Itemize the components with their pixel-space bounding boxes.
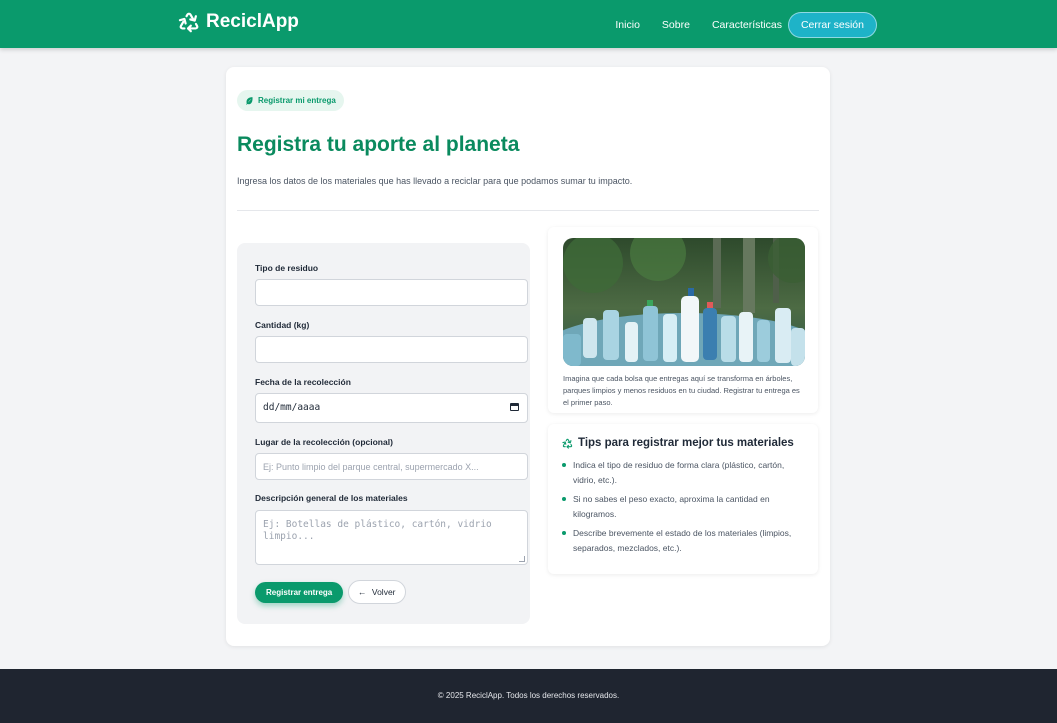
- arrow-left-icon: ←: [358, 587, 367, 597]
- nav-link-inicio[interactable]: Inicio: [615, 19, 640, 31]
- brand-name: ReciclApp: [206, 11, 299, 32]
- tips-title: Tips para registrar mejor tus materiales: [578, 437, 794, 449]
- back-button[interactable]: ← Volver: [348, 580, 406, 604]
- tip-item: Indica el tipo de residuo de forma clara…: [562, 458, 802, 488]
- tips-heading: Tips para registrar mejor tus materiales: [562, 437, 794, 449]
- nav-link-caracteristicas[interactable]: Características: [712, 19, 782, 31]
- footer-text: © 2025 ReciclApp. Todos los derechos res…: [437, 691, 620, 700]
- footer: © 2025 ReciclApp. Todos los derechos res…: [0, 669, 1057, 723]
- quantity-input[interactable]: [255, 336, 528, 363]
- recycling-photo: [563, 238, 805, 366]
- recycle-icon: [178, 12, 199, 33]
- description-textarea[interactable]: Ej: Botellas de plástico, cartón, vidrio…: [255, 510, 528, 565]
- page-badge: Registrar mi entrega: [237, 90, 344, 111]
- page-subtitle: Ingresa los datos de los materiales que …: [237, 176, 633, 186]
- nav-links: Inicio Sobre Características Cerrar sesi…: [593, 12, 877, 38]
- tips-card: Tips para registrar mejor tus materiales…: [548, 424, 818, 574]
- navbar: ReciclApp Inicio Sobre Características C…: [0, 0, 1057, 48]
- image-caption: Imagina que cada bolsa que entregas aquí…: [563, 374, 800, 407]
- resize-handle[interactable]: [519, 556, 525, 562]
- quantity-label: Cantidad (kg): [255, 320, 310, 330]
- image-card: Imagina que cada bolsa que entregas aquí…: [548, 227, 818, 413]
- type-label: Tipo de residuo: [255, 263, 319, 273]
- divider: [237, 210, 819, 211]
- description-label: Descripción general de los materiales: [255, 493, 408, 503]
- date-label: Fecha de la recolección: [255, 377, 351, 387]
- tips-list: Indica el tipo de residuo de forma clara…: [562, 458, 802, 560]
- place-label: Lugar de la recolección (opcional): [255, 437, 393, 447]
- submit-button[interactable]: Registrar entrega: [255, 582, 344, 603]
- recycle-icon: [562, 438, 573, 449]
- waste-type-input[interactable]: [255, 279, 528, 306]
- description-placeholder: Ej: Botellas de plástico, cartón, vidrio…: [263, 519, 492, 542]
- page-badge-label: Registrar mi entrega: [258, 96, 336, 105]
- main-card: Registrar mi entrega Registra tu aporte …: [226, 67, 830, 646]
- date-input[interactable]: dd/mm/aaaa: [255, 393, 528, 423]
- back-button-label: Volver: [371, 587, 396, 597]
- leaf-icon: [246, 97, 253, 105]
- tip-item: Describe brevemente el estado de los mat…: [562, 526, 802, 556]
- nav-link-sobre[interactable]: Sobre: [662, 19, 690, 31]
- date-value: dd/mm/aaaa: [263, 402, 321, 413]
- tip-item: Si no sabes el peso exacto, aproxima la …: [562, 492, 802, 522]
- delivery-form: Tipo de residuo Cantidad (kg) Fecha de l…: [237, 243, 530, 624]
- page-title: Registra tu aporte al planeta: [237, 133, 520, 156]
- place-input[interactable]: Ej: Punto limpio del parque central, sup…: [255, 453, 528, 480]
- calendar-icon[interactable]: [510, 403, 519, 411]
- logout-button[interactable]: Cerrar sesión: [787, 12, 877, 38]
- brand-logo[interactable]: ReciclApp: [178, 11, 299, 33]
